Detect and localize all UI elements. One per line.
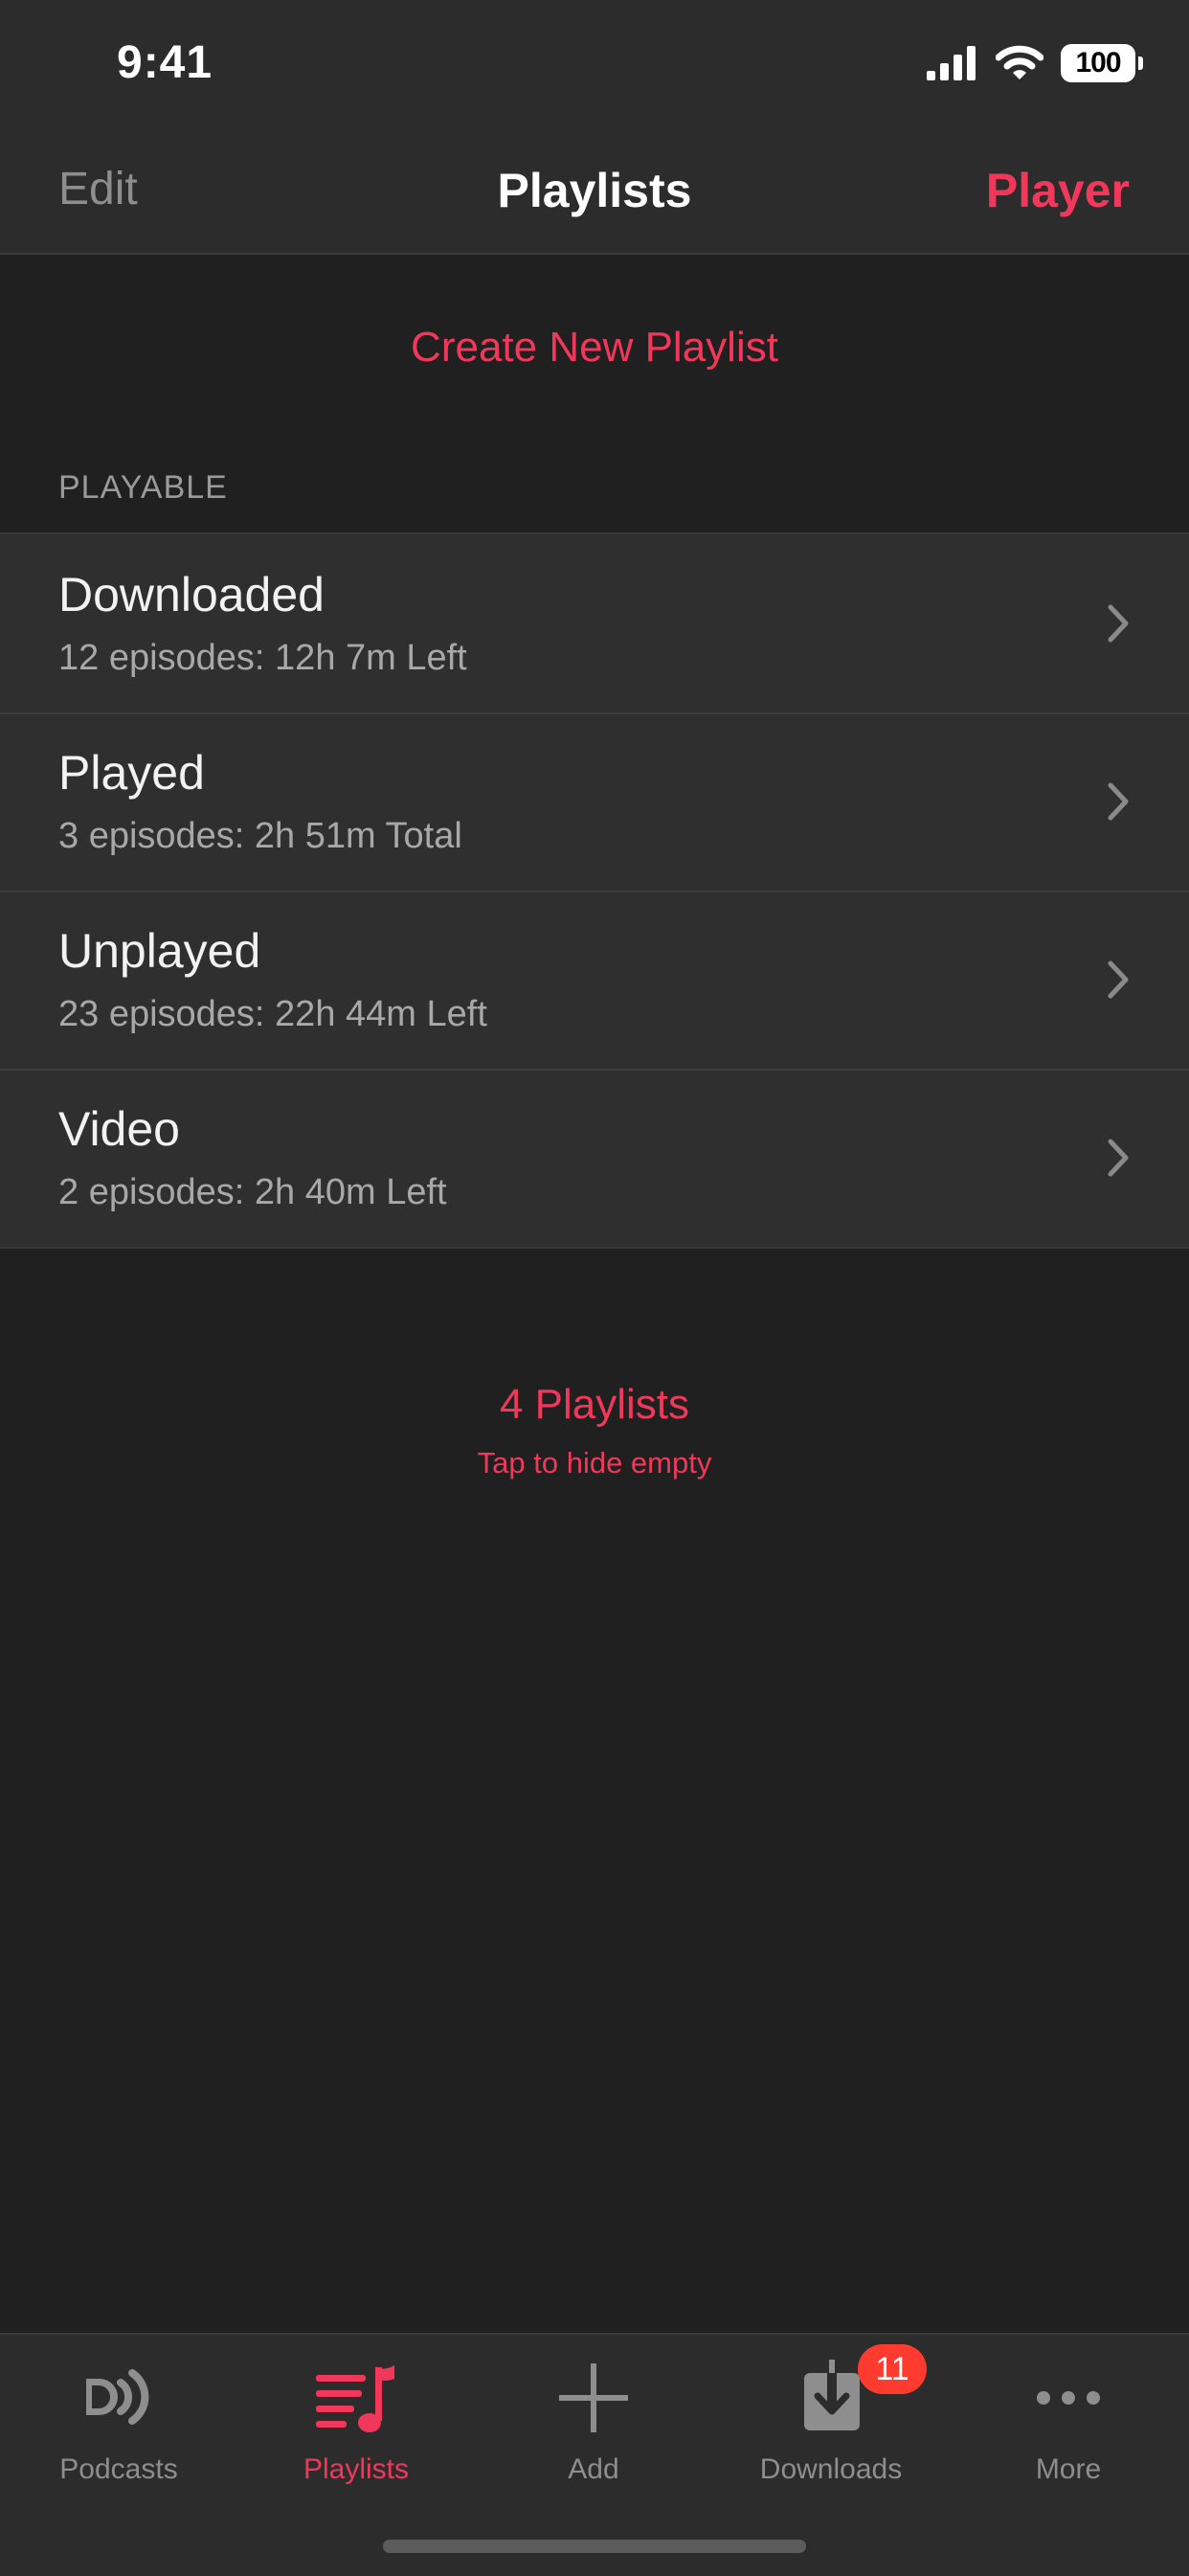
playlist-subtitle: 2 episodes: 2h 40m Left (58, 1172, 447, 1212)
playlist-title: Played (58, 746, 205, 800)
playlist-count[interactable]: 4 Playlists (0, 1381, 1189, 1429)
wifi-icon (996, 45, 1043, 79)
playlist-subtitle: 3 episodes: 2h 51m Total (58, 816, 462, 856)
chevron-right-icon (1108, 1139, 1129, 1177)
chevron-right-icon (1108, 960, 1129, 999)
playlists-icon (316, 2365, 394, 2432)
status-bar: 9:41 100 (0, 0, 1189, 134)
edit-button[interactable]: Edit (58, 163, 138, 215)
playlist-title: Downloaded (58, 568, 325, 621)
chevron-right-icon (1108, 604, 1129, 643)
playlist-row-downloaded[interactable]: Downloaded 12 episodes: 12h 7m Left (0, 534, 1189, 712)
hide-empty-hint[interactable]: Tap to hide empty (0, 1446, 1189, 1480)
player-button[interactable]: Player (986, 163, 1130, 218)
playlist-subtitle: 23 episodes: 22h 44m Left (58, 994, 487, 1034)
create-new-playlist-button[interactable]: Create New Playlist (0, 324, 1189, 372)
playlist-list: Downloaded 12 episodes: 12h 7m Left Play… (0, 532, 1189, 1249)
battery-icon: 100 (1061, 44, 1143, 82)
tab-label: Downloads (759, 2453, 903, 2485)
tab-label: More (1035, 2453, 1102, 2485)
tab-more[interactable]: More (950, 2335, 1187, 2507)
tab-podcasts[interactable]: Podcasts (0, 2335, 237, 2507)
home-indicator (383, 2540, 806, 2553)
tab-bar: Podcasts Playlists Add 11 Downloads More (0, 2333, 1189, 2576)
section-header: PLAYABLE (58, 469, 228, 506)
playlist-row-played[interactable]: Played 3 episodes: 2h 51m Total (0, 712, 1189, 891)
battery-level: 100 (1075, 47, 1121, 79)
playlist-title: Video (58, 1102, 180, 1156)
tab-label: Playlists (303, 2453, 410, 2485)
navigation-bar: Edit Playlists Player (0, 134, 1189, 255)
tab-playlists[interactable]: Playlists (237, 2335, 475, 2507)
playlist-row-video[interactable]: Video 2 episodes: 2h 40m Left (0, 1069, 1189, 1247)
tab-add[interactable]: Add (475, 2335, 712, 2507)
tab-label: Podcasts (59, 2453, 178, 2485)
plus-icon (559, 2363, 628, 2432)
status-icons: 100 (927, 42, 1143, 84)
playlist-title: Unplayed (58, 924, 261, 978)
tab-downloads[interactable]: 11 Downloads (712, 2335, 950, 2507)
tab-label: Add (568, 2453, 619, 2485)
playlist-subtitle: 12 episodes: 12h 7m Left (58, 638, 467, 678)
podcasts-icon (86, 2369, 149, 2425)
downloads-badge: 11 (858, 2344, 927, 2394)
status-time: 9:41 (117, 37, 213, 88)
ellipsis-icon (1037, 2391, 1100, 2405)
chevron-right-icon (1108, 782, 1129, 821)
playlist-row-unplayed[interactable]: Unplayed 23 episodes: 22h 44m Left (0, 891, 1189, 1069)
signal-icon (927, 46, 976, 80)
